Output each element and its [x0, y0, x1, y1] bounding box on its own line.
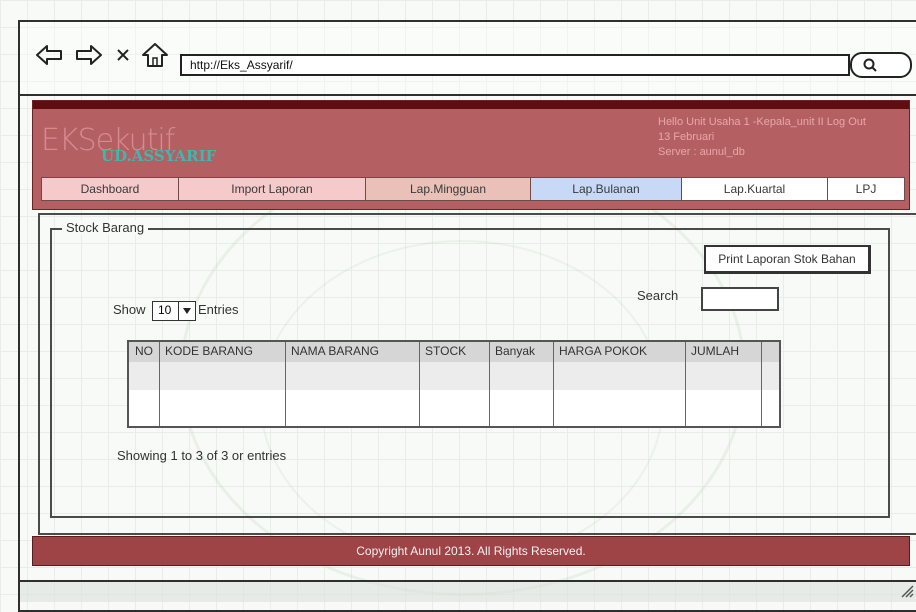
back-arrow-icon[interactable] [34, 38, 64, 72]
browser-toolbar: http://Eks_Assyarif/ [20, 22, 916, 96]
user-greeting: Hello Unit Usaha 1 -Kepala_unit II [658, 116, 824, 128]
address-bar[interactable]: http://Eks_Assyarif/ [180, 54, 850, 76]
column-divider [285, 342, 286, 426]
column-header-kode-barang[interactable]: KODE BARANG [165, 344, 253, 358]
tab-lpj[interactable]: LPJ [827, 177, 905, 201]
forward-arrow-icon[interactable] [74, 38, 104, 72]
entries-select-value: 10 [158, 303, 172, 317]
search-label: Search [637, 288, 679, 303]
print-report-button[interactable]: Print Laporan Stok Bahan [704, 245, 871, 274]
tab-import-laporan[interactable]: Import Laporan [178, 177, 365, 201]
column-header-no[interactable]: NO [135, 344, 153, 358]
logo-sub-text: UD.ASSYARIF [101, 147, 217, 165]
tab-lap-kuartal[interactable]: Lap.Kuartal [681, 177, 827, 201]
app-header: EKSekutif UD.ASSYARIF Hello Unit Usaha 1… [32, 100, 910, 210]
table-info-text: Showing 1 to 3 of 3 or entries [117, 448, 287, 463]
table-search-input[interactable] [701, 287, 779, 311]
entries-select[interactable]: 10 [152, 301, 196, 321]
footer-bar: Copyright Aunul 2013. All Rights Reserve… [32, 536, 910, 566]
main-nav: Dashboard Import Laporan Lap.Mingguan La… [41, 177, 905, 201]
column-divider [761, 342, 762, 426]
column-divider [489, 342, 490, 426]
search-icon [863, 58, 877, 72]
show-label: Show [113, 302, 146, 317]
content-panel: Stock Barang Print Laporan Stok Bahan Sh… [38, 213, 916, 535]
browser-window: http://Eks_Assyarif/ EKSekutif UD.ASSYAR… [18, 20, 916, 612]
stock-table: NO KODE BARANG NAMA BARANG STOCK Banyak … [127, 340, 781, 428]
logout-link[interactable]: Log Out [827, 116, 866, 128]
header-info: Hello Unit Usaha 1 -Kepala_unit II Log O… [658, 115, 866, 160]
chevron-down-icon[interactable] [178, 302, 195, 320]
stock-barang-fieldset: Stock Barang Print Laporan Stok Bahan Sh… [50, 220, 890, 518]
column-divider [159, 342, 160, 426]
tab-lap-mingguan[interactable]: Lap.Mingguan [365, 177, 530, 201]
column-header-jumlah[interactable]: JUMLAH [691, 344, 739, 358]
resize-grip-icon[interactable] [900, 584, 914, 598]
column-header-banyak[interactable]: Banyak [495, 344, 535, 358]
tab-dashboard[interactable]: Dashboard [41, 177, 178, 201]
table-row [129, 362, 779, 390]
browser-search-field[interactable] [850, 52, 912, 78]
column-header-harga-pokok[interactable]: HARGA POKOK [559, 344, 647, 358]
entries-label: Entries [198, 302, 239, 317]
fieldset-legend: Stock Barang [62, 220, 149, 235]
header-strip [33, 101, 909, 109]
column-header-stock[interactable]: STOCK [425, 344, 466, 358]
column-divider [553, 342, 554, 426]
column-divider [685, 342, 686, 426]
column-divider [419, 342, 420, 426]
copyright-text: Copyright Aunul 2013. All Rights Reserve… [356, 544, 586, 558]
server-info: Server : aunul_db [658, 146, 745, 158]
tab-lap-bulanan[interactable]: Lap.Bulanan [530, 177, 681, 201]
column-header-nama-barang[interactable]: NAMA BARANG [291, 344, 379, 358]
home-icon[interactable] [140, 38, 170, 72]
close-icon[interactable] [112, 38, 134, 72]
browser-status-bar [20, 580, 916, 602]
header-date: 13 Februari [658, 131, 715, 143]
